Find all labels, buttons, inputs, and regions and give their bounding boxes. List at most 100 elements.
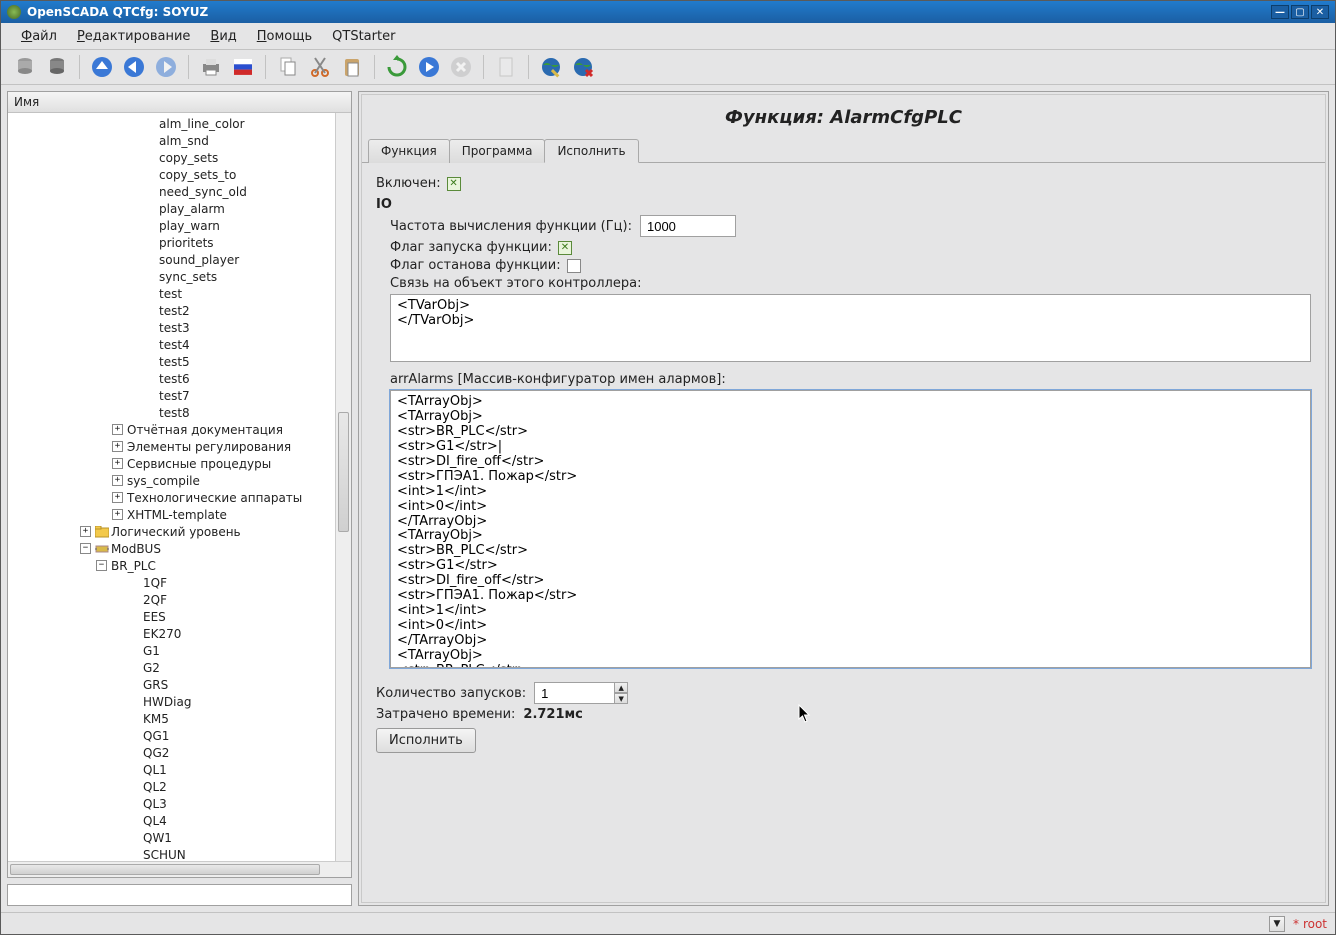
tree-brplc-child[interactable]: QG1 [8, 727, 351, 744]
stopflag-checkbox[interactable] [567, 259, 581, 273]
tree-leaf[interactable]: play_alarm [8, 200, 351, 217]
runs-spin-up[interactable]: ▲ [614, 682, 628, 693]
tree-brplc-child[interactable]: GRS [8, 676, 351, 693]
paste-icon[interactable] [338, 53, 366, 81]
flag-icon[interactable] [229, 53, 257, 81]
tab-program[interactable]: Программа [449, 139, 546, 163]
tree-leaf[interactable]: alm_line_color [8, 115, 351, 132]
globe-tool-icon[interactable] [537, 53, 565, 81]
tree-leaf[interactable]: play_warn [8, 217, 351, 234]
tree-leaf[interactable]: sound_player [8, 251, 351, 268]
menu-view[interactable]: Вид [200, 26, 246, 47]
tree-brplc-child[interactable]: SCHUN [8, 846, 351, 861]
globe-cross-icon[interactable] [569, 53, 597, 81]
tree-body[interactable]: alm_line_coloralm_sndcopy_setscopy_sets_… [8, 113, 351, 861]
tree-expander-icon[interactable]: + [112, 441, 123, 452]
tree-expander-icon[interactable]: + [112, 509, 123, 520]
tree-leaf[interactable]: copy_sets [8, 149, 351, 166]
execute-button[interactable]: Исполнить [376, 728, 476, 753]
nav-forward-icon[interactable] [152, 53, 180, 81]
tree-leaf[interactable]: test5 [8, 353, 351, 370]
tree-leaf[interactable]: need_sync_old [8, 183, 351, 200]
tree-brplc-child[interactable]: 2QF [8, 591, 351, 608]
tree-expander-icon[interactable]: + [112, 492, 123, 503]
doc-icon[interactable] [492, 53, 520, 81]
filter-input[interactable] [7, 884, 352, 906]
printer-icon[interactable] [197, 53, 225, 81]
tree-branch[interactable]: +Отчётная документация [8, 421, 351, 438]
tree-leaf[interactable]: prioritets [8, 234, 351, 251]
minimize-button[interactable]: — [1271, 5, 1289, 19]
tree-leaf[interactable]: test4 [8, 336, 351, 353]
runs-spin-down[interactable]: ▼ [614, 693, 628, 704]
tree-vscrollbar[interactable] [335, 113, 351, 861]
tree-expander-icon[interactable]: + [112, 458, 123, 469]
status-dropdown[interactable]: ▼ [1269, 916, 1285, 932]
tree-leaf[interactable]: copy_sets_to [8, 166, 351, 183]
runs-input[interactable] [534, 682, 614, 704]
io-header: IO [376, 197, 1311, 212]
menu-qtstarter[interactable]: QTStarter [322, 26, 405, 47]
tree-leaf[interactable]: test8 [8, 404, 351, 421]
freq-input[interactable] [640, 215, 736, 237]
tree-brplc-child[interactable]: EK270 [8, 625, 351, 642]
tree-brplc-child[interactable]: QL2 [8, 778, 351, 795]
tree-leaf[interactable]: sync_sets [8, 268, 351, 285]
nav-up-icon[interactable] [88, 53, 116, 81]
tree-brplc-child[interactable]: EES [8, 608, 351, 625]
tab-function[interactable]: Функция [368, 139, 450, 163]
tree-branch[interactable]: +Технологические аппараты [8, 489, 351, 506]
tree-brplc-child[interactable]: QL3 [8, 795, 351, 812]
tree-expander-icon[interactable]: + [112, 475, 123, 486]
menu-help[interactable]: Помощь [247, 26, 322, 47]
menu-file[interactable]: Файл [11, 26, 67, 47]
maximize-button[interactable]: ▢ [1291, 5, 1309, 19]
tree-expander-icon[interactable]: − [96, 560, 107, 571]
tree-logical-level[interactable]: +Логический уровень [8, 523, 351, 540]
tree-expander-icon[interactable]: − [80, 543, 91, 554]
tree-leaf[interactable]: test3 [8, 319, 351, 336]
tree-expander-icon[interactable]: + [112, 424, 123, 435]
stop-icon[interactable] [447, 53, 475, 81]
tree-item-label: G2 [143, 661, 160, 675]
tree-brplc-child[interactable]: QW1 [8, 829, 351, 846]
tree-brplc-child[interactable]: HWDiag [8, 693, 351, 710]
db-gray-icon[interactable] [11, 53, 39, 81]
menu-edit[interactable]: Редактирование [67, 26, 200, 47]
tree-brplc-child[interactable]: G1 [8, 642, 351, 659]
tree-leaf[interactable]: test7 [8, 387, 351, 404]
enabled-checkbox[interactable] [447, 177, 461, 191]
tree-brplc[interactable]: −BR_PLC [8, 557, 351, 574]
close-button[interactable]: ✕ [1311, 5, 1329, 19]
tree-brplc-child[interactable]: QG2 [8, 744, 351, 761]
db-dark-icon[interactable] [43, 53, 71, 81]
tab-execute[interactable]: Исполнить [544, 139, 638, 163]
tree-item-label: sys_compile [127, 474, 200, 488]
tree-expander-icon[interactable]: + [80, 526, 91, 537]
ctrl-obj-textarea[interactable] [390, 294, 1311, 362]
tree-item-label: sound_player [159, 253, 239, 267]
tree-brplc-child[interactable]: 1QF [8, 574, 351, 591]
cut-icon[interactable] [306, 53, 334, 81]
tree-branch[interactable]: +Элементы регулирования [8, 438, 351, 455]
tree-brplc-child[interactable]: QL1 [8, 761, 351, 778]
tree-branch[interactable]: + sys_compile [8, 472, 351, 489]
nav-back-icon[interactable] [120, 53, 148, 81]
tree-brplc-child[interactable]: G2 [8, 659, 351, 676]
tree-branch[interactable]: +Сервисные процедуры [8, 455, 351, 472]
tree-item-label: GRS [143, 678, 168, 692]
refresh-icon[interactable] [383, 53, 411, 81]
tree-modbus[interactable]: −ModBUS [8, 540, 351, 557]
tree-leaf[interactable]: alm_snd [8, 132, 351, 149]
tree-brplc-child[interactable]: KM5 [8, 710, 351, 727]
tree-branch[interactable]: +XHTML-template [8, 506, 351, 523]
arr-alarms-textarea[interactable] [390, 390, 1311, 668]
tree-brplc-child[interactable]: QL4 [8, 812, 351, 829]
copy-icon[interactable] [274, 53, 302, 81]
startflag-checkbox[interactable] [558, 241, 572, 255]
run-icon[interactable] [415, 53, 443, 81]
tree-leaf[interactable]: test2 [8, 302, 351, 319]
tree-leaf[interactable]: test [8, 285, 351, 302]
tree-hscrollbar[interactable] [8, 861, 351, 877]
tree-leaf[interactable]: test6 [8, 370, 351, 387]
